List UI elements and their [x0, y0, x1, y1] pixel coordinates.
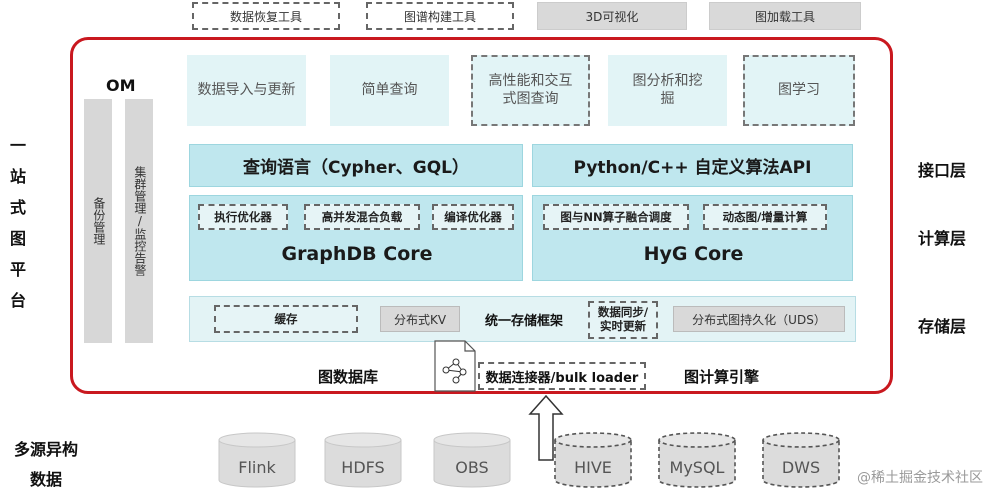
app-label: 图学习 [778, 81, 820, 98]
tool-graph-loader: 图加载工具 [709, 2, 861, 30]
platform-title-char: 平 [10, 260, 27, 279]
platform-title-char: 一 [10, 136, 27, 155]
compute-graphdb-core: 执行优化器 高并发混合负载 编译优化器 GraphDB Core [189, 195, 523, 281]
storage-cache-label: 缓存 [274, 312, 298, 326]
storage-sync-label: 数据同步/实时更新 [597, 305, 649, 333]
storage-uds-label: 分布式图持久化（UDS） [692, 312, 826, 327]
app-graph-analytics: 图分析和挖掘 [608, 55, 727, 126]
opt-nn-fusion: 图与NN算子融合调度 [543, 204, 689, 230]
storage-kv-label: 分布式KV [393, 312, 447, 327]
storage-distributed-kv: 分布式KV [380, 306, 460, 332]
opt-compile-optimizer: 编译优化器 [432, 204, 514, 230]
source-label: HIVE [574, 457, 612, 477]
interface-custom-api: Python/C++ 自定义算法API [532, 144, 853, 187]
storage-cache: 缓存 [214, 305, 358, 333]
data-connector: 数据连接器/bulk loader [478, 362, 646, 390]
om-cluster-column: 集群管理/监控告警 [125, 99, 153, 343]
opt-label: 动态图/增量计算 [722, 210, 808, 224]
om-backup-column: 备份管理 [84, 99, 112, 343]
source-label: Flink [238, 457, 276, 477]
source-hive-cylinder: HIVE [554, 432, 632, 488]
label-compute-layer: 计算层 [918, 229, 967, 248]
storage-layer: 缓存 分布式KV 统一存储框架 数据同步/实时更新 分布式图持久化（UDS） [189, 296, 856, 342]
om-title: OM [106, 76, 136, 95]
source-label: HDFS [341, 457, 385, 477]
app-graph-learning: 图学习 [743, 55, 855, 126]
opt-label: 编译优化器 [444, 210, 502, 224]
source-flink-cylinder: Flink [218, 432, 296, 488]
interface-query-language-label: 查询语言（Cypher、GQL） [243, 158, 469, 178]
app-data-import: 数据导入与更新 [187, 55, 306, 126]
hyg-core-label: HyG Core [643, 243, 744, 265]
app-label: 简单查询 [361, 81, 418, 98]
label-interface-layer: 接口层 [918, 161, 967, 180]
platform-title-char: 式 [10, 198, 27, 217]
opt-execution-optimizer: 执行优化器 [198, 204, 288, 230]
platform-title: 一 站 式 图 平 台 [10, 132, 30, 318]
source-label: MySQL [669, 457, 725, 477]
opt-high-concurrency: 高并发混合负载 [304, 204, 420, 230]
graph-document-icon [434, 340, 476, 392]
label-graph-database: 图数据库 [318, 368, 379, 386]
interface-query-language: 查询语言（Cypher、GQL） [189, 144, 523, 187]
storage-uds: 分布式图持久化（UDS） [673, 306, 845, 332]
source-mysql-cylinder: MySQL [658, 432, 736, 488]
tool-data-recovery: 数据恢复工具 [192, 2, 340, 30]
tool-label: 图谱构建工具 [403, 9, 476, 24]
source-hdfs-cylinder: HDFS [324, 432, 402, 488]
platform-title-char: 台 [10, 291, 27, 310]
graphdb-core-label: GraphDB Core [281, 243, 433, 265]
tool-3d-visualization: 3D可视化 [537, 2, 687, 30]
label-graph-engine: 图计算引擎 [684, 368, 760, 386]
opt-label: 执行优化器 [214, 210, 272, 224]
storage-unified-label: 统一存储框架 [484, 313, 563, 329]
om-cluster-label: 集群管理/监控告警 [132, 166, 147, 276]
opt-label: 高并发混合负载 [321, 210, 403, 224]
compute-hyg-core: 图与NN算子融合调度 动态图/增量计算 HyG Core [532, 195, 853, 281]
label-storage-layer: 存储层 [918, 317, 967, 336]
opt-label: 图与NN算子融合调度 [560, 210, 672, 224]
app-label: 图分析和挖掘 [632, 73, 703, 107]
app-label: 高性能和交互式图查询 [488, 73, 573, 107]
storage-sync: 数据同步/实时更新 [588, 301, 658, 339]
app-interactive-query: 高性能和交互式图查询 [471, 55, 590, 126]
source-label: OBS [455, 457, 489, 477]
platform-title-char: 图 [10, 229, 27, 248]
app-simple-query: 简单查询 [330, 55, 449, 126]
source-dws-cylinder: DWS [762, 432, 840, 488]
data-connector-label: 数据连接器/bulk loader [485, 370, 639, 386]
tool-kg-build: 图谱构建工具 [366, 2, 514, 30]
sources-title-line1: 多源异构 [14, 440, 79, 459]
tool-label: 图加载工具 [754, 9, 815, 24]
app-label: 数据导入与更新 [197, 81, 296, 98]
opt-dynamic-graph: 动态图/增量计算 [703, 204, 827, 230]
watermark: @稀土掘金技术社区 [857, 470, 983, 486]
platform-title-char: 站 [10, 167, 27, 186]
interface-custom-api-label: Python/C++ 自定义算法API [573, 158, 812, 178]
om-backup-label: 备份管理 [91, 197, 106, 245]
source-obs-cylinder: OBS [433, 432, 511, 488]
tool-label: 3D可视化 [585, 9, 639, 24]
source-label: DWS [781, 457, 821, 477]
sources-title-line2: 数据 [30, 470, 63, 489]
tool-label: 数据恢复工具 [229, 9, 302, 24]
